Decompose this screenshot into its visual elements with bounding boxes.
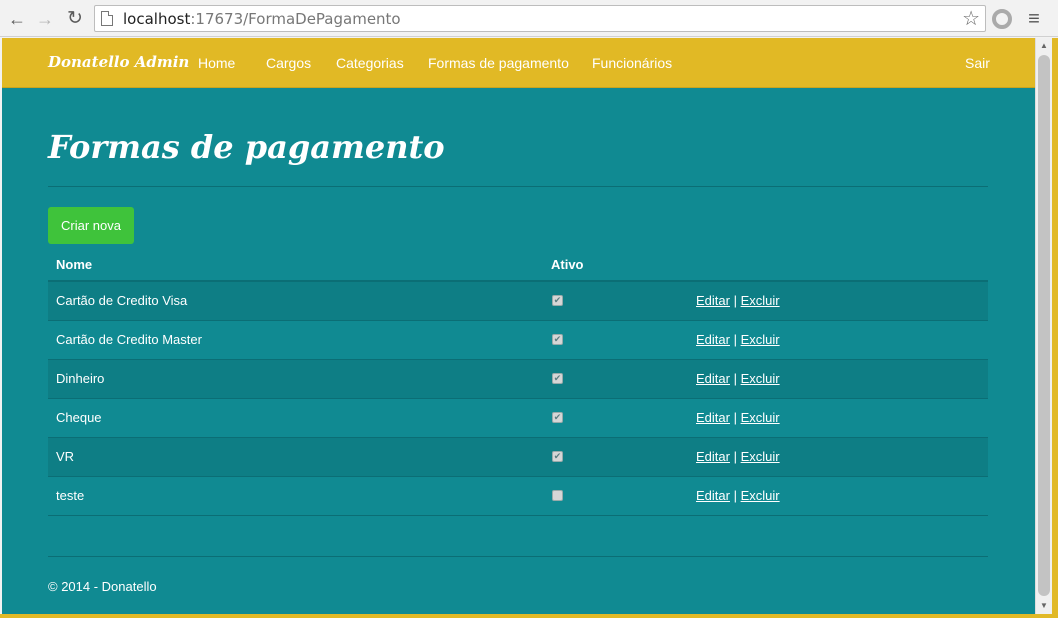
edit-link[interactable]: Editar: [696, 293, 730, 308]
browser-menu-icon[interactable]: ≡: [1024, 8, 1044, 30]
table-row: teste Editar | Excluir: [48, 477, 988, 516]
logout-link[interactable]: Sair: [965, 55, 990, 71]
row-actions: Editar | Excluir: [696, 293, 780, 308]
active-checkbox: [552, 490, 563, 501]
nav-link-cargos[interactable]: Cargos: [266, 55, 311, 71]
active-checkbox: ✔: [552, 334, 563, 345]
table-row: Cartão de Credito Master ✔ Editar | Excl…: [48, 321, 988, 360]
row-name: teste: [56, 488, 85, 503]
nav-link-formas-de-pagamento[interactable]: Formas de pagamento: [428, 55, 569, 71]
delete-link[interactable]: Excluir: [741, 332, 780, 347]
header-nome: Nome: [56, 257, 93, 272]
action-separator: |: [733, 332, 737, 347]
scroll-down-arrow-icon[interactable]: ▼: [1036, 598, 1052, 614]
delete-link[interactable]: Excluir: [741, 293, 780, 308]
extension-icon[interactable]: [992, 9, 1012, 29]
back-arrow-icon[interactable]: ←: [6, 8, 28, 30]
edit-link[interactable]: Editar: [696, 332, 730, 347]
url-text[interactable]: localhost:17673/FormaDePagamento: [123, 10, 401, 28]
delete-link[interactable]: Excluir: [741, 488, 780, 503]
action-separator: |: [733, 410, 737, 425]
top-navbar: Donatello Admin Home Cargos Categorias F…: [2, 38, 1035, 88]
create-new-button[interactable]: Criar nova: [48, 207, 134, 244]
page-icon: [101, 11, 113, 26]
row-name: VR: [56, 449, 75, 464]
url-path: :17673/FormaDePagamento: [190, 10, 401, 28]
active-checkbox: ✔: [552, 451, 563, 462]
action-separator: |: [733, 371, 737, 386]
row-actions: Editar | Excluir: [696, 488, 780, 503]
payment-methods-table: Nome Ativo Cartão de Credito Visa ✔ Edit…: [48, 250, 988, 516]
nav-link-funcionarios[interactable]: Funcionários: [592, 55, 672, 71]
row-name: Cartão de Credito Master: [56, 332, 202, 347]
table-row: Cheque ✔ Editar | Excluir: [48, 399, 988, 438]
vertical-scrollbar[interactable]: ▲ ▼: [1035, 38, 1052, 614]
table-row: Cartão de Credito Visa ✔ Editar | Exclui…: [48, 282, 988, 321]
edit-link[interactable]: Editar: [696, 410, 730, 425]
browser-toolbar: ← → ↻ localhost:17673/FormaDePagamento ☆…: [0, 0, 1058, 37]
url-host: localhost: [123, 10, 191, 28]
row-name: Cheque: [56, 410, 102, 425]
active-checkbox: ✔: [552, 412, 563, 423]
table-row: VR ✔ Editar | Excluir: [48, 438, 988, 477]
nav-link-categorias[interactable]: Categorias: [336, 55, 404, 71]
row-actions: Editar | Excluir: [696, 371, 780, 386]
action-separator: |: [733, 488, 737, 503]
row-name: Cartão de Credito Visa: [56, 293, 188, 308]
row-actions: Editar | Excluir: [696, 449, 780, 464]
window-frame-right: [1052, 38, 1058, 618]
footer-divider: [48, 556, 988, 557]
scroll-thumb[interactable]: [1038, 55, 1050, 596]
row-actions: Editar | Excluir: [696, 410, 780, 425]
table-header: Nome Ativo: [48, 250, 988, 282]
delete-link[interactable]: Excluir: [741, 449, 780, 464]
reload-icon[interactable]: ↻: [64, 8, 86, 30]
forward-arrow-icon[interactable]: →: [34, 8, 56, 30]
delete-link[interactable]: Excluir: [741, 371, 780, 386]
page-viewport: Donatello Admin Home Cargos Categorias F…: [2, 38, 1035, 614]
edit-link[interactable]: Editar: [696, 449, 730, 464]
row-name: Dinheiro: [56, 371, 105, 386]
delete-link[interactable]: Excluir: [741, 410, 780, 425]
scroll-up-arrow-icon[interactable]: ▲: [1036, 38, 1052, 54]
action-separator: |: [733, 449, 737, 464]
title-divider: [48, 186, 988, 187]
table-row: Dinheiro ✔ Editar | Excluir: [48, 360, 988, 399]
row-actions: Editar | Excluir: [696, 332, 780, 347]
bookmark-star-icon[interactable]: ☆: [962, 7, 980, 31]
nav-link-home[interactable]: Home: [198, 55, 235, 71]
active-checkbox: ✔: [552, 373, 563, 384]
address-bar[interactable]: localhost:17673/FormaDePagamento ☆: [94, 5, 986, 32]
active-checkbox: ✔: [552, 295, 563, 306]
brand-logo[interactable]: Donatello Admin: [48, 53, 189, 71]
edit-link[interactable]: Editar: [696, 371, 730, 386]
window-frame-bottom: [0, 614, 1058, 618]
edit-link[interactable]: Editar: [696, 488, 730, 503]
page-title: Formas de pagamento: [48, 128, 445, 166]
footer-copyright: © 2014 - Donatello: [48, 579, 157, 594]
header-ativo: Ativo: [551, 257, 584, 272]
action-separator: |: [733, 293, 737, 308]
